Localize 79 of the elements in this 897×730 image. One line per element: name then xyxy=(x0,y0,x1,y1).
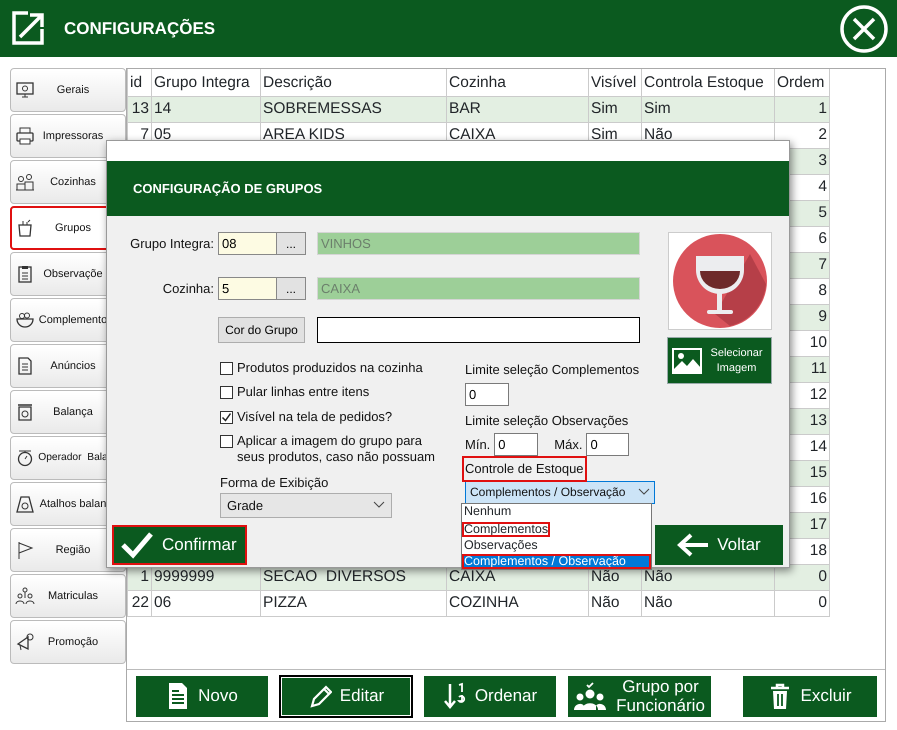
people-icon xyxy=(15,586,35,606)
checkbox[interactable] xyxy=(220,362,233,375)
table-cell: Não xyxy=(588,590,642,616)
color-button[interactable]: Cor do Grupo xyxy=(218,317,305,343)
input-field[interactable]: 0 xyxy=(465,382,509,406)
column-header[interactable]: Visível xyxy=(588,69,642,96)
checkbox[interactable] xyxy=(220,410,233,424)
column-header[interactable]: Cozinha xyxy=(446,69,588,96)
table-cell: BAR xyxy=(446,96,588,122)
checkbox-label: Produtos produzidos na cozinha xyxy=(237,360,423,376)
check-icon xyxy=(120,531,154,559)
bowl-icon xyxy=(15,310,35,330)
display-select[interactable]: Grade xyxy=(220,492,392,518)
input-field[interactable]: 0 xyxy=(494,433,538,456)
table-cell: 13 xyxy=(128,96,152,122)
toolbar-button[interactable]: Excluir xyxy=(743,676,877,717)
field-label: Máx. xyxy=(554,436,582,454)
field-label: Mín. xyxy=(465,436,490,454)
dropdown-option[interactable]: Observações xyxy=(462,538,651,554)
field-label: Forma de Exibição xyxy=(220,474,330,492)
dialog-title: CONFIGURAÇÃO DE GRUPOS xyxy=(133,180,322,198)
table-cell: 1 xyxy=(774,96,830,122)
toolbar-button[interactable]: Ordenar xyxy=(424,676,556,717)
field-label: Grupo Integra: xyxy=(129,234,214,253)
field-label: Controle de Estoque xyxy=(465,459,584,478)
column-header[interactable]: Controla Estoque xyxy=(642,69,774,96)
toolbar-button[interactable]: Editar xyxy=(280,676,412,717)
close-icon xyxy=(839,4,889,54)
printer-icon xyxy=(15,126,35,146)
sidebar-item[interactable]: Promoção xyxy=(10,620,126,664)
table-cell: SOBREMESSAS xyxy=(260,96,446,122)
checkbox-label: Visível na tela de pedidos? xyxy=(237,408,392,425)
column-header[interactable]: id xyxy=(128,69,152,96)
chevron-icon xyxy=(638,488,650,496)
table-cell: 0 xyxy=(774,564,830,590)
table-cell: 22 xyxy=(128,590,152,616)
chevron-icon xyxy=(373,501,385,510)
sort-icon xyxy=(442,682,467,712)
back-button[interactable]: Voltar xyxy=(655,525,783,565)
window-title: CONFIGURAÇÕES xyxy=(64,18,216,40)
checkbox-label: Pular linhas entre itens xyxy=(237,384,370,400)
monitor-icon xyxy=(15,80,35,100)
table-cell: 06 xyxy=(152,590,260,616)
field-label: Cozinha: xyxy=(162,280,214,298)
arrow-left-icon xyxy=(677,533,710,557)
input-field[interactable]: 5 xyxy=(218,277,277,300)
table-cell: Não xyxy=(642,590,774,616)
checkbox-label: Aplicar a imagem do grupo para seus produtos, caso não possuam xyxy=(237,432,436,466)
input-field[interactable]: 0 xyxy=(586,433,630,456)
input-field[interactable]: 08 xyxy=(218,232,277,255)
image-icon xyxy=(672,346,702,376)
dropdown-option[interactable]: Complementos xyxy=(462,522,550,537)
toolbar-button[interactable]: Grupo por Funcionário xyxy=(568,676,711,717)
table-cell: Sim xyxy=(588,96,642,122)
confirm-button[interactable]: Confirmar xyxy=(112,525,247,565)
group-icon xyxy=(573,682,607,712)
lookup-button[interactable]: ... xyxy=(277,232,306,255)
stock-control-select[interactable]: Complementos / Observação xyxy=(465,480,655,504)
table-cell: Sim xyxy=(642,96,774,122)
column-header[interactable]: Descrição xyxy=(260,69,446,96)
checkbox[interactable] xyxy=(220,434,233,448)
sidebar-item[interactable]: Matriculas xyxy=(10,574,126,618)
table-cell: COZINHA xyxy=(446,590,588,616)
column-header[interactable]: Ordem xyxy=(774,69,830,96)
sidebar-item[interactable]: Gerais xyxy=(10,68,126,112)
field-label: Limite seleção Complementos xyxy=(465,361,640,379)
table-cell: PIZZA xyxy=(260,590,446,616)
table-cell: 0 xyxy=(774,590,830,616)
dropdown-option[interactable]: Nenhum xyxy=(462,504,651,520)
select-image-button[interactable]: Selecionar Imagem xyxy=(667,337,772,384)
dropdown-option[interactable]: Complementos / Observação xyxy=(462,554,651,570)
sidebar-item[interactable]: Impressoras xyxy=(10,114,126,158)
column-header[interactable]: Grupo Integra xyxy=(152,69,260,96)
lookup-button[interactable]: ... xyxy=(277,277,306,300)
color-field[interactable] xyxy=(317,317,640,343)
toolbar-button[interactable]: Novo xyxy=(136,676,268,717)
checkbox[interactable] xyxy=(220,386,233,400)
table-cell: 14 xyxy=(152,96,260,122)
field-label: Limite seleção Observações xyxy=(465,412,630,430)
